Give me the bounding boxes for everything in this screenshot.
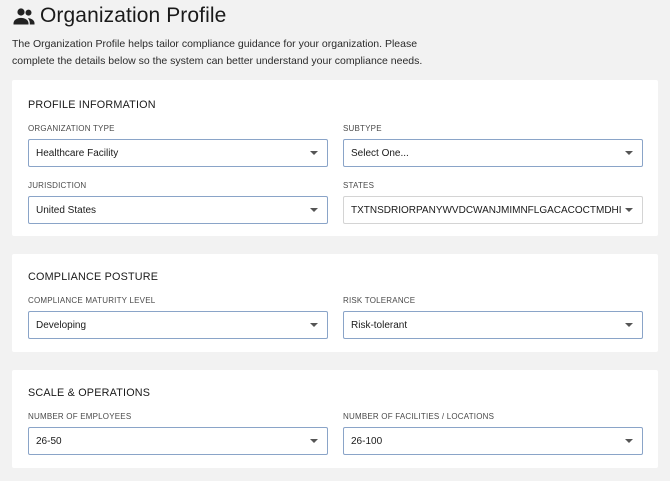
section-title: PROFILE INFORMATION xyxy=(28,99,156,111)
select-value: 26-100 xyxy=(351,435,383,447)
section-title: SCALE & OPERATIONS xyxy=(28,387,151,399)
employees-field: NUMBER OF EMPLOYEES 26-50 xyxy=(28,412,328,455)
select-value: Healthcare Facility xyxy=(36,147,119,159)
field-label: STATES xyxy=(343,181,375,190)
states-select[interactable]: TXTNSDRIORPANYWVDCWANJMIMNFLGACACOCTMDHI xyxy=(343,196,643,224)
select-value: 26-50 xyxy=(36,435,62,447)
organization-type-select[interactable]: Healthcare Facility xyxy=(28,139,328,167)
subtype-select[interactable]: Select One... xyxy=(343,139,643,167)
select-value: Developing xyxy=(36,319,87,331)
field-label: RISK TOLERANCE xyxy=(343,296,416,305)
risk-tolerance-field: RISK TOLERANCE Risk-tolerant xyxy=(343,296,643,339)
field-label: COMPLIANCE MATURITY LEVEL xyxy=(28,296,156,305)
chevron-down-icon xyxy=(625,439,633,443)
field-label: JURISDICTION xyxy=(28,181,87,190)
select-value: United States xyxy=(36,204,97,216)
profile-information-card: PROFILE INFORMATION ORGANIZATION TYPE He… xyxy=(12,80,658,236)
people-icon xyxy=(13,8,35,25)
field-label: NUMBER OF FACILITIES / LOCATIONS xyxy=(343,412,495,421)
chevron-down-icon xyxy=(625,323,633,327)
states-field: STATES TXTNSDRIORPANYWVDCWANJMIMNFLGACAC… xyxy=(343,181,643,224)
chevron-down-icon xyxy=(310,208,318,212)
intro-text: The Organization Profile helps tailor co… xyxy=(12,38,423,67)
chevron-down-icon xyxy=(310,151,318,155)
field-label: ORGANIZATION TYPE xyxy=(28,124,115,133)
scale-operations-card: SCALE & OPERATIONS NUMBER OF EMPLOYEES 2… xyxy=(12,370,658,468)
chevron-down-icon xyxy=(310,439,318,443)
employees-select[interactable]: 26-50 xyxy=(28,427,328,455)
page-header: Organization Profile xyxy=(12,4,226,28)
section-title: COMPLIANCE POSTURE xyxy=(28,271,159,283)
chevron-down-icon xyxy=(625,208,633,212)
select-value: TXTNSDRIORPANYWVDCWANJMIMNFLGACACOCTMDHI xyxy=(351,204,622,216)
chevron-down-icon xyxy=(625,151,633,155)
jurisdiction-field: JURISDICTION United States xyxy=(28,181,328,224)
field-label: SUBTYPE xyxy=(343,124,382,133)
chevron-down-icon xyxy=(310,323,318,327)
organization-type-field: ORGANIZATION TYPE Healthcare Facility xyxy=(28,124,328,167)
jurisdiction-select[interactable]: United States xyxy=(28,196,328,224)
facilities-select[interactable]: 26-100 xyxy=(343,427,643,455)
field-label: NUMBER OF EMPLOYEES xyxy=(28,412,132,421)
select-value: Risk-tolerant xyxy=(351,319,408,331)
page-title: Organization Profile xyxy=(40,4,227,27)
subtype-field: SUBTYPE Select One... xyxy=(343,124,643,167)
compliance-maturity-select[interactable]: Developing xyxy=(28,311,328,339)
select-value: Select One... xyxy=(351,147,409,159)
compliance-posture-card: COMPLIANCE POSTURE COMPLIANCE MATURITY L… xyxy=(12,254,658,352)
risk-tolerance-select[interactable]: Risk-tolerant xyxy=(343,311,643,339)
facilities-field: NUMBER OF FACILITIES / LOCATIONS 26-100 xyxy=(343,412,643,455)
compliance-maturity-field: COMPLIANCE MATURITY LEVEL Developing xyxy=(28,296,328,339)
